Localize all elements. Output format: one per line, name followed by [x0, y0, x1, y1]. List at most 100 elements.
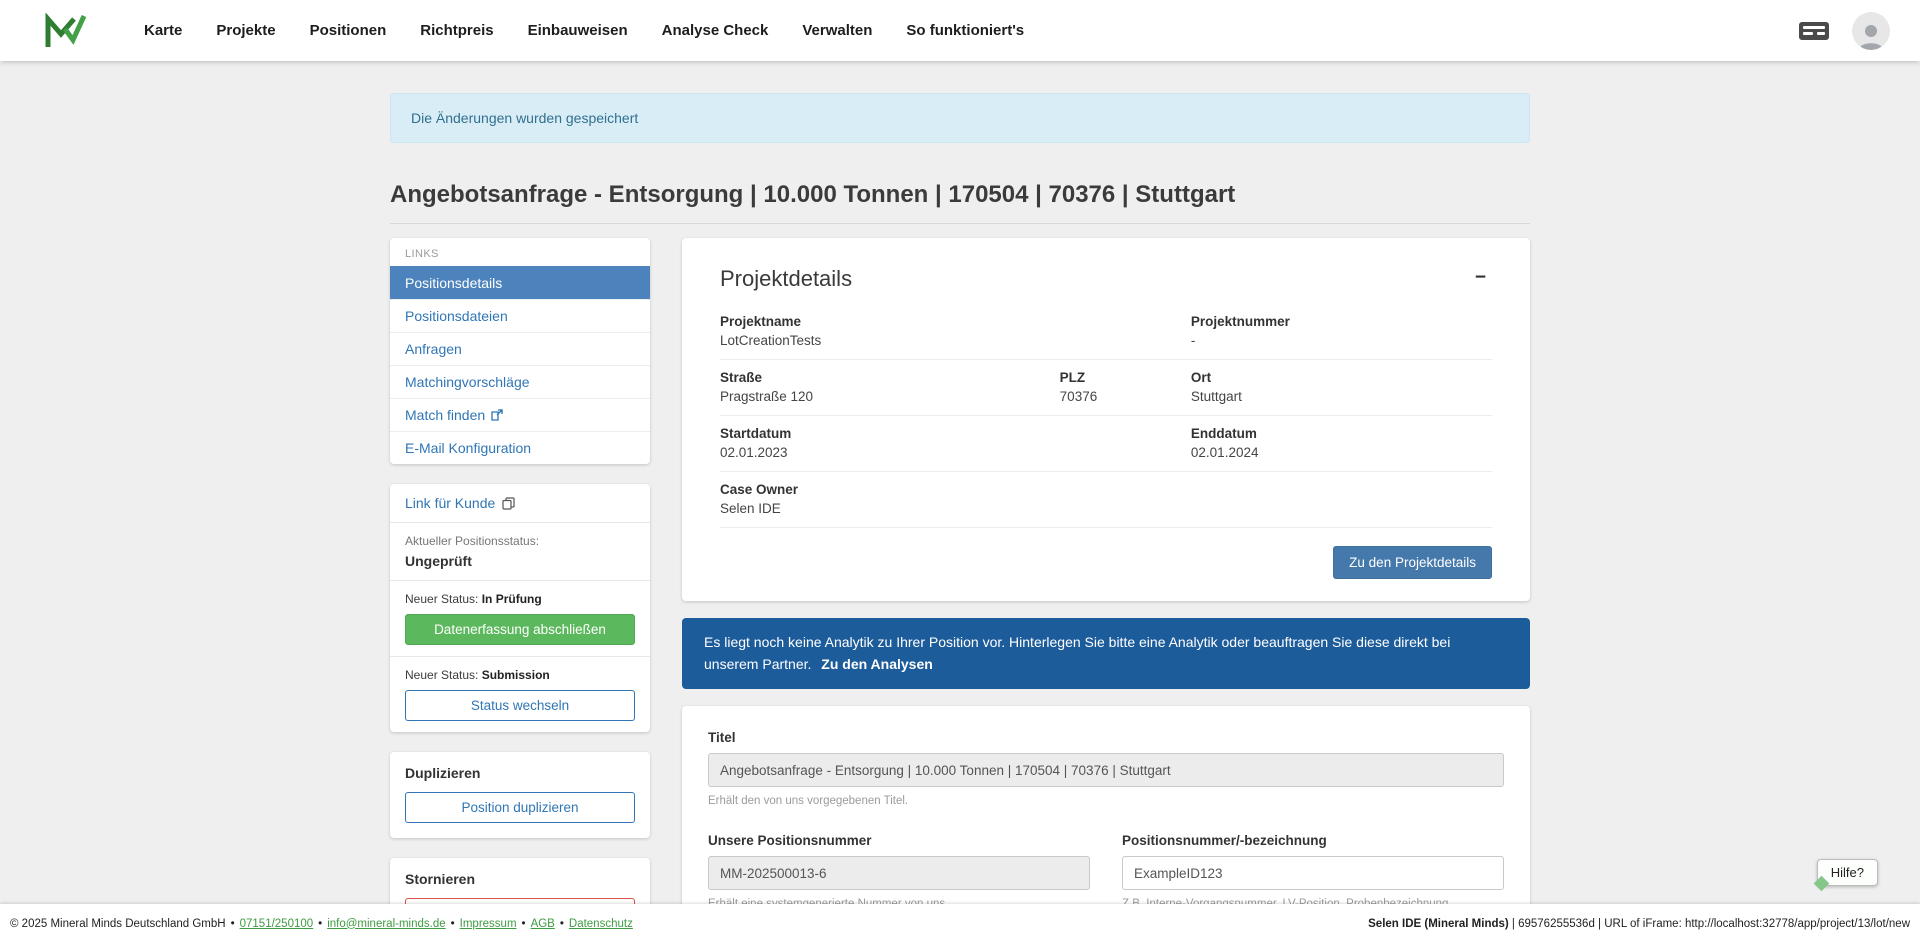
project-row-name-number: Projektname LotCreationTests Projektnumm…: [720, 304, 1492, 360]
sidebar-item-matchingvorschlaege[interactable]: Matchingvorschläge: [390, 365, 650, 398]
new-status-line-1: Neuer Status: In Prüfung: [405, 592, 635, 606]
customer-link-label: Link für Kunde: [405, 495, 495, 511]
position-number-input[interactable]: [1122, 856, 1504, 890]
nav-item-positionen[interactable]: Positionen: [310, 22, 387, 39]
field-value: Stuttgart: [1191, 389, 1492, 404]
sidebar-item-label: Matchingvorschläge: [405, 374, 530, 390]
current-status-caption: Aktueller Positionsstatus:: [405, 534, 635, 548]
go-to-project-details-button[interactable]: Zu den Projektdetails: [1333, 546, 1492, 579]
footer-user-name: Selen IDE (Mineral Minds): [1368, 918, 1509, 930]
footer-email-link[interactable]: info@mineral-minds.de: [327, 918, 445, 930]
links-header: LINKS: [390, 238, 650, 266]
go-to-analyses-link[interactable]: Zu den Analysen: [821, 656, 933, 672]
field-value: Selen IDE: [720, 501, 1060, 516]
duplicate-card: Duplizieren Position duplizieren: [390, 752, 650, 838]
nav-item-einbauweisen[interactable]: Einbauweisen: [528, 22, 628, 39]
field-value: 70376: [1060, 389, 1191, 404]
sidebar-item-label: Match finden: [405, 407, 485, 423]
field-value: 02.01.2023: [720, 445, 1060, 460]
navbar-right: [1798, 12, 1890, 50]
current-status-value: Ungeprüft: [405, 553, 635, 569]
duplicate-card-title: Duplizieren: [405, 765, 635, 781]
nav-item-karte[interactable]: Karte: [144, 22, 182, 39]
new-status-value: Submission: [482, 668, 550, 682]
field-label: Projektnummer: [1191, 314, 1492, 329]
collapse-button[interactable]: −: [1469, 266, 1492, 289]
external-link-icon: [491, 409, 503, 421]
field-label: Case Owner: [720, 482, 1060, 497]
complete-data-entry-button[interactable]: Datenerfassung abschließen: [405, 614, 635, 645]
help-button[interactable]: Hilfe?: [1817, 859, 1878, 886]
footer-separator: •: [451, 918, 455, 930]
customer-link[interactable]: Link für Kunde: [405, 495, 635, 511]
project-row-address: Straße Pragstraße 120 PLZ 70376 Ort Stut…: [720, 360, 1492, 416]
footer-separator: •: [560, 918, 564, 930]
footer-session-details: | 69576255536d | URL of iFrame: http://l…: [1509, 918, 1910, 930]
mineral-minds-logo[interactable]: [44, 13, 86, 49]
nav-item-projekte[interactable]: Projekte: [216, 22, 275, 39]
sidebar-item-positionsdetails[interactable]: Positionsdetails: [390, 266, 650, 299]
copyright-text: © 2025 Mineral Minds Deutschland GmbH: [10, 918, 226, 930]
footer-phone-link[interactable]: 07151/250100: [240, 918, 314, 930]
sidebar-item-anfragen[interactable]: Anfragen: [390, 332, 650, 365]
footer-separator: •: [318, 918, 322, 930]
field-value: 02.01.2024: [1191, 445, 1492, 460]
device-reader-icon[interactable]: [1798, 21, 1830, 41]
sidebar: LINKS Positionsdetails Positionsdateien …: [390, 238, 650, 943]
duplicate-position-button[interactable]: Position duplizieren: [405, 792, 635, 823]
project-row-dates: Startdatum 02.01.2023 Enddatum 02.01.202…: [720, 416, 1492, 472]
new-status-value: In Prüfung: [482, 592, 542, 606]
user-avatar[interactable]: [1852, 12, 1890, 50]
titel-label: Titel: [708, 730, 1504, 745]
sidebar-item-positionsdateien[interactable]: Positionsdateien: [390, 299, 650, 332]
field-label: Straße: [720, 370, 1060, 385]
our-position-number-input: [708, 856, 1090, 890]
footer: © 2025 Mineral Minds Deutschland GmbH • …: [0, 904, 1920, 943]
footer-session-info: Selen IDE (Mineral Minds) | 69576255536d…: [1368, 918, 1910, 930]
project-details-title: Projektdetails: [720, 266, 852, 292]
sidebar-item-match-finden[interactable]: Match finden: [390, 398, 650, 431]
field-value: LotCreationTests: [720, 333, 1060, 348]
nav-item-richtpreis[interactable]: Richtpreis: [420, 22, 493, 39]
page-title: Angebotsanfrage - Entsorgung | 10.000 To…: [390, 181, 1530, 224]
field-label: Enddatum: [1191, 426, 1492, 441]
save-success-alert: Die Änderungen wurden gespeichert: [390, 93, 1530, 143]
sidebar-item-label: Positionsdetails: [405, 275, 502, 291]
nav-item-verwalten[interactable]: Verwalten: [802, 22, 872, 39]
project-row-case-owner: Case Owner Selen IDE: [720, 472, 1492, 528]
field-value: -: [1191, 333, 1492, 348]
new-status-label: Neuer Status:: [405, 668, 478, 682]
analytics-info-banner: Es liegt noch keine Analytik zu Ihrer Po…: [682, 618, 1530, 689]
top-navbar: Karte Projekte Positionen Richtpreis Ein…: [0, 0, 1920, 61]
footer-datenschutz-link[interactable]: Datenschutz: [569, 918, 633, 930]
footer-impressum-link[interactable]: Impressum: [460, 918, 517, 930]
sidebar-links-card: LINKS Positionsdetails Positionsdateien …: [390, 238, 650, 464]
main-nav: Karte Projekte Positionen Richtpreis Ein…: [144, 22, 1024, 39]
our-position-number-label: Unsere Positionsnummer: [708, 833, 1090, 848]
cancel-card-title: Stornieren: [405, 871, 635, 887]
field-label: PLZ: [1060, 370, 1191, 385]
sidebar-item-label: Anfragen: [405, 341, 462, 357]
footer-left: © 2025 Mineral Minds Deutschland GmbH • …: [10, 918, 633, 930]
new-status-label: Neuer Status:: [405, 592, 478, 606]
footer-separator: •: [231, 918, 235, 930]
switch-status-button[interactable]: Status wechseln: [405, 690, 635, 721]
copy-icon: [502, 497, 515, 510]
footer-agb-link[interactable]: AGB: [531, 918, 555, 930]
position-number-label: Positionsnummer/-bezeichnung: [1122, 833, 1504, 848]
sidebar-item-email-konfiguration[interactable]: E-Mail Konfiguration: [390, 431, 650, 464]
field-value: Pragstraße 120: [720, 389, 1060, 404]
nav-item-analyse-check[interactable]: Analyse Check: [662, 22, 769, 39]
titel-input: [708, 753, 1504, 787]
field-label: Ort: [1191, 370, 1492, 385]
analytics-banner-text: Es liegt noch keine Analytik zu Ihrer Po…: [704, 634, 1450, 672]
main-content: Projektdetails − Projektname LotCreation…: [682, 238, 1530, 943]
nav-item-so-funktionierts[interactable]: So funktioniert's: [906, 22, 1024, 39]
status-card: Link für Kunde Aktueller Positionsstatus…: [390, 484, 650, 732]
field-label: Projektname: [720, 314, 1060, 329]
sidebar-item-label: Positionsdateien: [405, 308, 508, 324]
project-details-card: Projektdetails − Projektname LotCreation…: [682, 238, 1530, 601]
sidebar-item-label: E-Mail Konfiguration: [405, 440, 531, 456]
footer-separator: •: [522, 918, 526, 930]
brand-m-check-icon: [44, 13, 86, 49]
